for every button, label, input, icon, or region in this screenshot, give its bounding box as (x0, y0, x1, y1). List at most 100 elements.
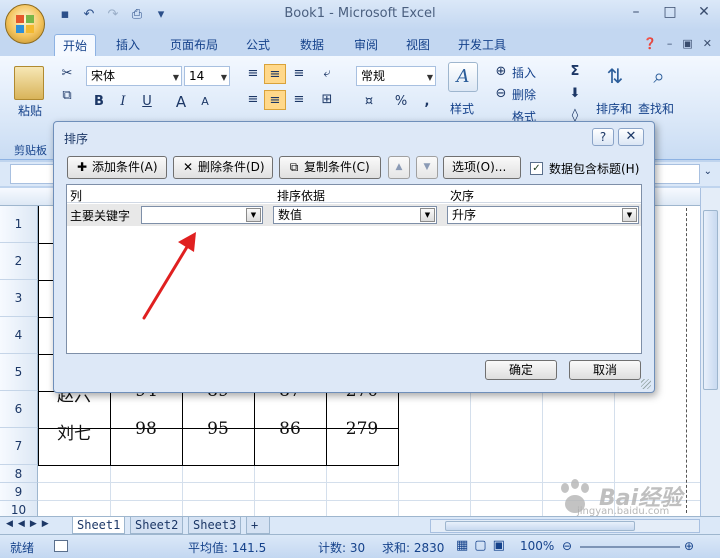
delete-cells-button[interactable]: 删除 (512, 86, 536, 103)
has-headers-checkbox[interactable]: ✓ (530, 162, 543, 175)
copy-condition-button[interactable]: ⧉ 复制条件(C) (279, 156, 381, 179)
vertical-scrollbar[interactable] (700, 188, 720, 516)
tab-insert[interactable]: 插入 (108, 34, 148, 56)
help-icon[interactable]: ❓ (643, 37, 657, 50)
chevron-down-icon[interactable]: ▼ (420, 208, 435, 222)
row-header-9[interactable]: 9 (0, 483, 38, 501)
sheet-nav-arrows[interactable]: ◀◀▶▶ (6, 519, 54, 529)
table-cell[interactable]: 刘七 (38, 419, 110, 444)
tab-review[interactable]: 审阅 (346, 34, 386, 56)
row-header-4[interactable]: 4 (0, 317, 38, 354)
row-header-1[interactable]: 1 (0, 206, 38, 243)
row-header-7[interactable]: 7 (0, 428, 38, 465)
align-middle-icon[interactable]: ≡ (264, 64, 286, 84)
cancel-button[interactable]: 取消 (569, 360, 641, 380)
delete-condition-button[interactable]: ✕ 删除条件(D) (173, 156, 273, 179)
horizontal-scroll-thumb[interactable] (445, 521, 635, 531)
dialog-close-button[interactable]: ✕ (618, 128, 644, 146)
align-center-icon[interactable]: ≡ (264, 90, 286, 110)
add-condition-button[interactable]: ✚ 添加条件(A) (67, 156, 167, 179)
sheet-tab-3[interactable]: Sheet3 (188, 517, 242, 534)
move-up-button[interactable]: ▲ (388, 156, 410, 179)
minimize-icon[interactable]: – (626, 4, 646, 20)
percent-button[interactable]: % (390, 92, 412, 112)
close-icon[interactable]: ✕ (694, 4, 714, 20)
find-select-icon[interactable]: ⌕ (644, 64, 674, 94)
row-header-5[interactable]: 5 (0, 354, 38, 391)
has-headers-option[interactable]: ✓ 数据包含标题(H) (530, 160, 639, 177)
table-cell[interactable]: 86 (254, 419, 326, 439)
align-bottom-icon[interactable]: ≡ (288, 64, 310, 84)
cut-icon[interactable]: ✂ (56, 64, 78, 84)
styles-icon[interactable]: A (448, 62, 478, 92)
sheet-tab-2[interactable]: Sheet2 (130, 517, 184, 534)
expand-formula-icon[interactable]: ⌄ (704, 166, 712, 177)
table-cell[interactable]: 95 (182, 419, 254, 439)
row-header-2[interactable]: 2 (0, 243, 38, 280)
vertical-scroll-thumb[interactable] (703, 210, 718, 390)
comma-button[interactable]: , (416, 92, 438, 112)
chevron-down-icon[interactable]: ▼ (622, 208, 637, 222)
italic-button[interactable]: I (112, 92, 134, 112)
delete-cells-icon[interactable]: ⊖ (490, 84, 512, 104)
insert-cells-icon[interactable]: ⊕ (490, 62, 512, 82)
table-cell[interactable]: 279 (326, 419, 398, 439)
number-format-box[interactable]: 常规 ▼ (356, 66, 436, 86)
paste-icon[interactable] (14, 66, 44, 100)
shrink-font-button[interactable]: A (194, 92, 216, 112)
insert-sheet-icon[interactable]: + (246, 517, 270, 534)
find-select-button[interactable]: 查找和 (638, 100, 674, 117)
copy-icon[interactable]: ⧉ (56, 86, 78, 106)
table-cell[interactable]: 98 (110, 419, 182, 439)
resize-grip-icon[interactable] (641, 379, 651, 389)
row-header-8[interactable]: 8 (0, 465, 38, 483)
tab-developer[interactable]: 开发工具 (450, 34, 514, 56)
zoom-slider[interactable] (580, 546, 680, 548)
merge-cells-icon[interactable]: ⊞ (316, 90, 338, 110)
grow-font-button[interactable]: A (170, 92, 192, 112)
underline-button[interactable]: U (136, 92, 158, 112)
align-left-icon[interactable]: ≡ (242, 90, 264, 110)
paste-button[interactable]: 粘贴 (18, 102, 42, 119)
fill-icon[interactable]: ⬇ (564, 84, 586, 104)
insert-cells-button[interactable]: 插入 (512, 64, 536, 81)
autosum-button[interactable]: Σ (564, 62, 586, 82)
move-down-button[interactable]: ▼ (416, 156, 438, 179)
ribbon-close-icon[interactable]: ✕ (703, 37, 712, 50)
zoom-level[interactable]: 100% (520, 539, 554, 553)
row-header-6[interactable]: 6 (0, 391, 38, 428)
wrap-text-icon[interactable]: ⤶ (316, 64, 338, 84)
font-name-box[interactable]: 宋体 ▼ (86, 66, 182, 86)
sort-level-row[interactable]: 主要关键字 ▼ 数值 ▼ 升序 ▼ (67, 204, 641, 226)
sort-filter-icon[interactable]: ⇅ (600, 64, 630, 94)
view-buttons-icon[interactable]: ▦▢▣ (456, 538, 511, 553)
zoom-in-icon[interactable]: ⊕ (684, 539, 694, 553)
chevron-down-icon[interactable]: ▼ (246, 208, 261, 222)
order-select[interactable]: 升序 ▼ (447, 206, 639, 224)
tab-view[interactable]: 视图 (398, 34, 438, 56)
primary-key-select[interactable]: ▼ (141, 206, 263, 224)
row-header-3[interactable]: 3 (0, 280, 38, 317)
options-button[interactable]: 选项(O)... (443, 156, 521, 179)
ok-button[interactable]: 确定 (485, 360, 557, 380)
sheet-tab-1[interactable]: Sheet1 (72, 517, 126, 534)
sort-filter-button[interactable]: 排序和 (596, 100, 632, 117)
bold-button[interactable]: B (88, 92, 110, 112)
sort-on-select[interactable]: 数值 ▼ (273, 206, 437, 224)
maximize-icon[interactable]: □ (660, 4, 680, 20)
office-button[interactable] (5, 4, 45, 44)
tab-formulas[interactable]: 公式 (238, 34, 278, 56)
macro-record-icon[interactable] (54, 540, 68, 552)
dialog-help-button[interactable]: ? (592, 128, 614, 146)
tab-data[interactable]: 数据 (292, 34, 332, 56)
styles-button[interactable]: 样式 (450, 100, 474, 117)
zoom-out-icon[interactable]: ⊖ (562, 539, 572, 553)
ribbon-restore-icon[interactable]: ▣ (682, 37, 692, 50)
align-right-icon[interactable]: ≡ (288, 90, 310, 110)
align-top-icon[interactable]: ≡ (242, 64, 264, 84)
tab-page-layout[interactable]: 页面布局 (162, 34, 226, 56)
font-size-box[interactable]: 14 ▼ (184, 66, 230, 86)
ribbon-minimize-icon[interactable]: – (667, 37, 673, 50)
tab-home[interactable]: 开始 (54, 34, 97, 56)
currency-icon[interactable]: ¤ (358, 92, 380, 112)
